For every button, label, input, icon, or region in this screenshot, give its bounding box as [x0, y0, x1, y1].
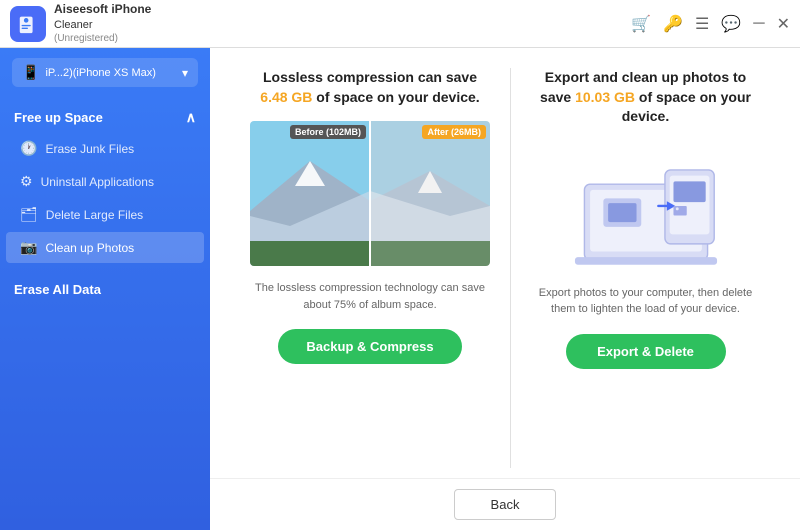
device-selector[interactable]: 📱 iP...2)(iPhone XS Max) ▾ — [12, 58, 198, 87]
gear-icon: ⚙ — [20, 173, 33, 190]
before-after-image: Before (102MB) — [250, 121, 490, 266]
content-area: Lossless compression can save 6.48 GB of… — [210, 48, 800, 478]
compress-description: The lossless compression technology can … — [250, 280, 490, 313]
before-after-divider — [369, 121, 371, 266]
chat-icon[interactable]: 💬 — [721, 14, 741, 34]
compress-panel-title: Lossless compression can save 6.48 GB of… — [250, 68, 490, 107]
chevron-down-icon: ▾ — [182, 66, 188, 80]
cart-icon[interactable]: 🛒 — [631, 14, 651, 34]
export-panel-title: Export and clean up photos to save 10.03… — [531, 68, 760, 127]
compress-panel: Lossless compression can save 6.48 GB of… — [230, 68, 511, 468]
before-label: Before (102MB) — [290, 125, 366, 139]
clock-icon: 🕐 — [20, 140, 37, 157]
photo-icon: 📷 — [20, 239, 37, 256]
export-delete-button[interactable]: Export & Delete — [566, 334, 726, 369]
free-up-space-section: Free up Space ∧ — [0, 97, 210, 132]
sidebar: 📱 iP...2)(iPhone XS Max) ▾ Free up Space… — [0, 48, 210, 530]
main-content: Lossless compression can save 6.48 GB of… — [210, 48, 800, 530]
device-illustration — [556, 141, 736, 271]
phone-icon: 📱 — [22, 64, 39, 81]
app-name: Aiseesoft iPhone Cleaner (Unregistered) — [54, 2, 631, 45]
menu-icon[interactable]: ☰ — [695, 14, 709, 34]
sidebar-item-delete-large[interactable]: 🗂 Delete Large Files — [6, 199, 204, 230]
sidebar-item-uninstall-apps[interactable]: ⚙ Uninstall Applications — [6, 166, 204, 197]
export-description: Export photos to your computer, then del… — [531, 285, 760, 318]
app-logo — [10, 6, 46, 42]
bottom-bar: Back — [210, 478, 800, 530]
minimize-icon[interactable]: ─ — [753, 15, 764, 33]
person-icon[interactable]: 🔑 — [663, 14, 683, 34]
before-image: Before (102MB) — [250, 121, 370, 266]
erase-all-data-section[interactable]: Erase All Data — [0, 270, 210, 303]
sidebar-item-clean-photos[interactable]: 📷 Clean up Photos — [6, 232, 204, 263]
export-panel: Export and clean up photos to save 10.03… — [511, 68, 780, 468]
back-button[interactable]: Back — [454, 489, 557, 520]
folder-icon: 🗂 — [20, 206, 38, 223]
app-body: 📱 iP...2)(iPhone XS Max) ▾ Free up Space… — [0, 48, 800, 530]
after-label: After (26MB) — [422, 125, 486, 139]
close-icon[interactable]: ✕ — [777, 14, 790, 34]
collapse-icon[interactable]: ∧ — [186, 109, 196, 126]
sidebar-item-erase-junk[interactable]: 🕐 Erase Junk Files — [6, 133, 204, 164]
title-bar: Aiseesoft iPhone Cleaner (Unregistered) … — [0, 0, 800, 48]
backup-compress-button[interactable]: Backup & Compress — [278, 329, 461, 364]
window-controls[interactable]: 🛒 🔑 ☰ 💬 ─ ✕ — [631, 14, 790, 34]
after-image: After (26MB) — [370, 121, 490, 266]
